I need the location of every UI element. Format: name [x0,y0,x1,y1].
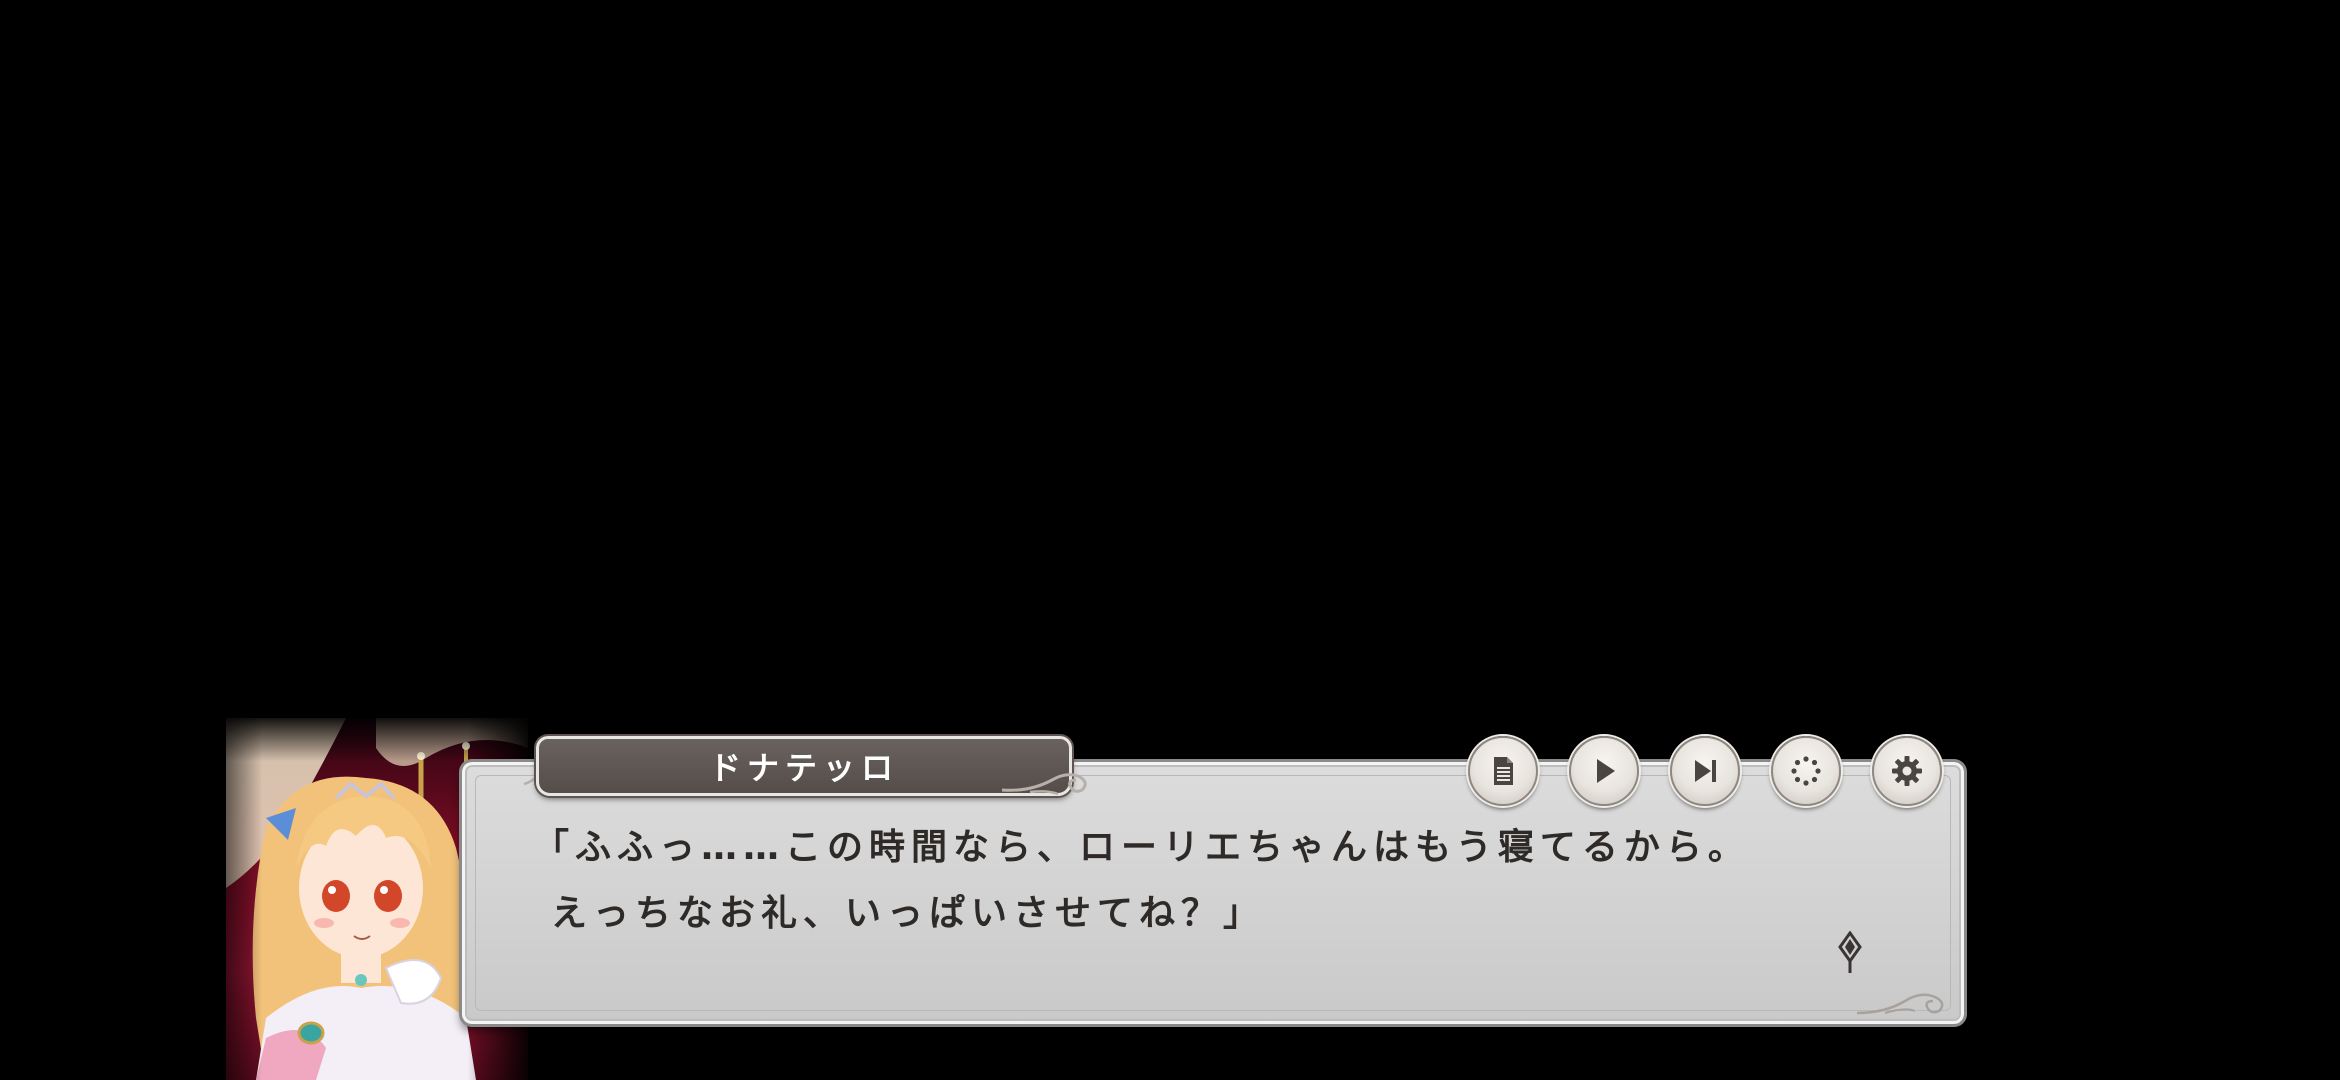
settings-button[interactable] [1872,736,1942,806]
dotted-circle-icon [1791,756,1821,786]
auto-play-button[interactable] [1569,736,1639,806]
speaker-name: ドナテッロ [708,749,899,787]
nameplate-right-flourish-icon [1001,773,1087,796]
game-screen[interactable]: 「ふふっ……この時間なら、ローリエちゃんはもう寝てるから。 えっちなお礼、いっぱ… [0,0,2340,1080]
play-icon [1597,759,1615,783]
speaker-nameplate: ドナテッロ [536,736,1072,796]
dialogue-text: 「ふふっ……この時間なら、ローリエちゃんはもう寝てるから。 えっちなお礼、いっぱ… [533,815,1913,947]
document-icon [1494,757,1513,785]
log-button[interactable] [1468,736,1538,806]
corner-flourish-icon [1856,993,1944,1015]
dialogue-line-1: 「ふふっ……この時間なら、ローリエちゃんはもう寝てるから。 [533,827,1750,868]
dialogue-line-2: えっちなお礼、いっぱいさせてね？」 [551,893,1266,934]
skip-forward-icon [1695,760,1716,782]
hide-window-button[interactable] [1771,736,1841,806]
dialogue-toolbar [1468,736,1944,806]
next-page-icon [1838,931,1862,973]
gear-icon [1892,756,1922,786]
skip-button[interactable] [1670,736,1740,806]
